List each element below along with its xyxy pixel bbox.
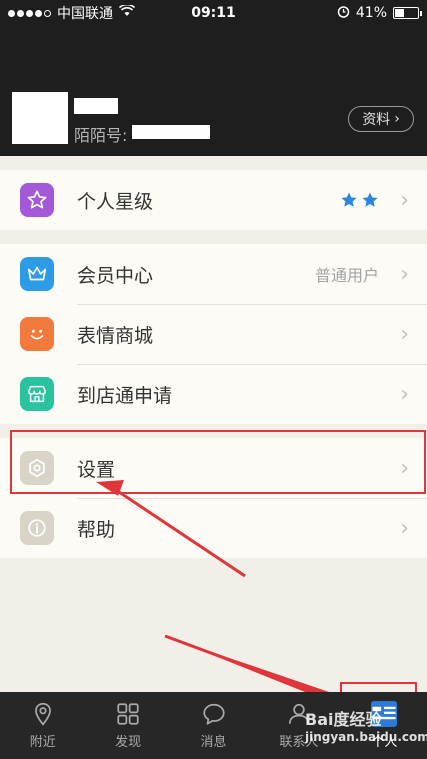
chevron-right-icon: › bbox=[400, 381, 409, 407]
tab-nearby[interactable]: 附近 bbox=[0, 692, 85, 759]
rating-star-icon bbox=[362, 192, 378, 207]
crown-icon bbox=[20, 257, 54, 291]
chevron-right-icon: › bbox=[400, 321, 409, 347]
chevron-right-icon: › bbox=[400, 187, 409, 213]
star-level-group: 个人星级 › bbox=[0, 170, 427, 230]
menu-item-vip-center[interactable]: 会员中心 普通用户 › bbox=[0, 244, 427, 304]
chat-bubble-icon bbox=[202, 703, 225, 725]
smiley-icon bbox=[20, 317, 54, 351]
user-name-redacted bbox=[74, 98, 118, 114]
menu-item-star-level[interactable]: 个人星级 › bbox=[0, 170, 427, 230]
star-rating bbox=[340, 191, 379, 209]
info-icon bbox=[20, 511, 54, 545]
annotation-box-settings bbox=[10, 430, 426, 494]
star-icon bbox=[20, 183, 54, 217]
menu-item-help[interactable]: 帮助 › bbox=[0, 498, 427, 558]
menu-item-store-apply[interactable]: 到店通申请 › bbox=[0, 364, 427, 424]
profile-info-button[interactable]: 资料 › bbox=[348, 106, 414, 132]
chevron-right-icon: › bbox=[400, 515, 409, 541]
battery-percent: 41% bbox=[355, 5, 387, 21]
avatar[interactable] bbox=[12, 92, 68, 144]
rating-star-icon bbox=[341, 192, 357, 207]
alarm-icon bbox=[337, 5, 350, 22]
momo-id-label: 陌陌号: bbox=[74, 126, 128, 145]
membership-status: 普通用户 bbox=[314, 266, 379, 285]
profile-header: 陌陌号: 资料 › bbox=[0, 26, 427, 156]
menu-item-label: 表情商城 bbox=[77, 324, 154, 347]
wifi-icon bbox=[118, 3, 136, 21]
battery-icon bbox=[393, 7, 422, 19]
tab-discover[interactable]: 发现 bbox=[85, 692, 170, 759]
menu-item-label: 会员中心 bbox=[77, 264, 154, 287]
tab-messages[interactable]: 消息 bbox=[171, 692, 256, 759]
grid-icon bbox=[117, 703, 139, 725]
location-pin-icon bbox=[34, 702, 51, 726]
menu-item-label: 到店通申请 bbox=[77, 384, 173, 407]
momo-id-redacted bbox=[132, 125, 210, 139]
menu-item-label: 帮助 bbox=[77, 518, 116, 541]
chevron-right-icon: › bbox=[394, 111, 400, 127]
signal-strength-icon bbox=[8, 9, 51, 17]
services-group: 会员中心 普通用户 › 表情商城 › 到店通申请 › bbox=[0, 244, 427, 424]
carrier-name: 中国联通 bbox=[57, 6, 113, 22]
menu-item-emoji-shop[interactable]: 表情商城 › bbox=[0, 304, 427, 364]
store-icon bbox=[20, 377, 54, 411]
menu-item-label: 个人星级 bbox=[77, 190, 154, 213]
status-bar: 中国联通 09:11 41% bbox=[0, 0, 427, 26]
chevron-right-icon: › bbox=[400, 261, 409, 287]
baidu-jingyan-watermark: Bai度经验 jingyan.baidu.com bbox=[305, 710, 427, 744]
